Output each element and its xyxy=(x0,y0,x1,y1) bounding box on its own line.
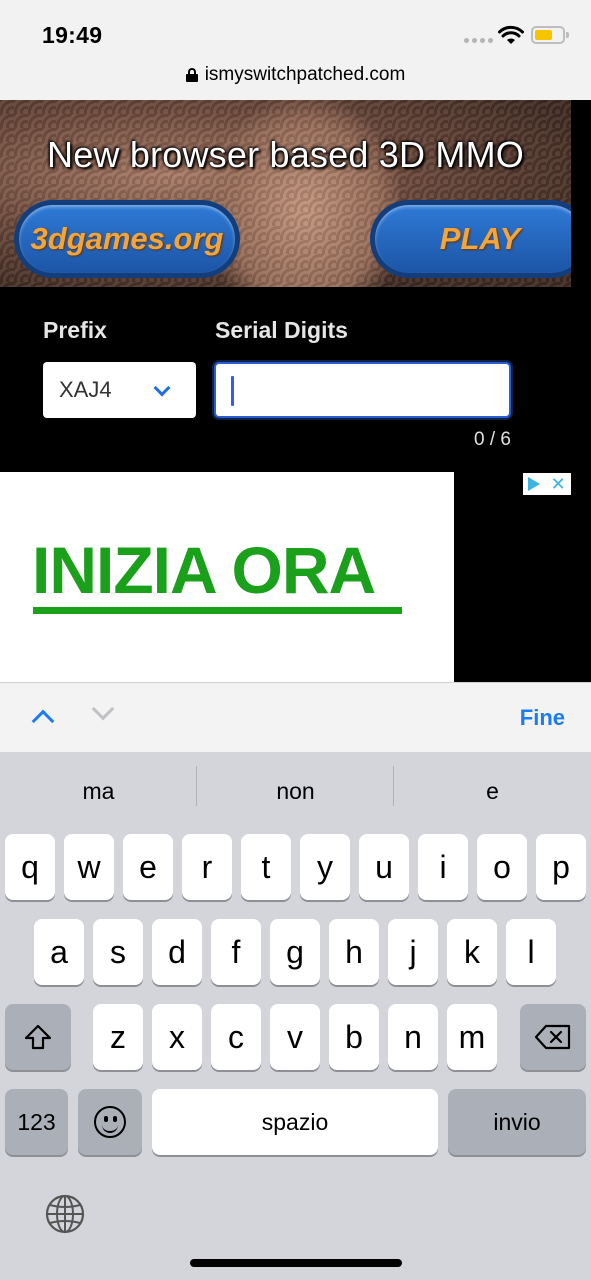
backspace-key[interactable] xyxy=(520,1004,586,1070)
serial-digits-input[interactable] xyxy=(214,362,511,418)
previous-field-icon[interactable] xyxy=(31,709,55,733)
suggestion-2[interactable]: non xyxy=(197,778,394,805)
ad-underline xyxy=(33,607,402,614)
ad-site-label: 3dgames.org xyxy=(30,221,224,256)
key-h[interactable]: h xyxy=(329,919,379,985)
shift-key[interactable] xyxy=(5,1004,71,1070)
battery-icon xyxy=(531,26,569,44)
ad-banner-inizia[interactable]: INIZIA ORA xyxy=(0,472,454,682)
status-time: 19:49 xyxy=(42,22,103,48)
key-i[interactable]: i xyxy=(418,834,468,900)
adchoices-badge[interactable]: ✕ xyxy=(523,473,571,495)
key-x[interactable]: x xyxy=(152,1004,202,1070)
key-c[interactable]: c xyxy=(211,1004,261,1070)
emoji-icon xyxy=(94,1106,126,1138)
key-q[interactable]: q xyxy=(5,834,55,900)
ad-site-button[interactable]: 3dgames.org xyxy=(14,200,240,278)
close-ad-icon[interactable]: ✕ xyxy=(551,475,566,493)
key-t[interactable]: t xyxy=(241,834,291,900)
key-a[interactable]: a xyxy=(34,919,84,985)
adchoices-icon xyxy=(528,477,541,491)
key-m[interactable]: m xyxy=(447,1004,497,1070)
ad-headline: New browser based 3D MMO xyxy=(47,134,524,175)
key-u[interactable]: u xyxy=(359,834,409,900)
keyboard: ma non e q w e r t y u i o p a s d f g h… xyxy=(0,752,591,1280)
chevron-down-icon xyxy=(153,379,171,397)
key-y[interactable]: y xyxy=(300,834,350,900)
key-f[interactable]: f xyxy=(211,919,261,985)
return-key[interactable]: invio xyxy=(448,1089,586,1155)
key-s[interactable]: s xyxy=(93,919,143,985)
text-cursor xyxy=(231,376,234,406)
key-b[interactable]: b xyxy=(329,1004,379,1070)
done-button[interactable]: Fine xyxy=(520,705,565,731)
prefix-label: Prefix xyxy=(43,317,107,343)
key-w[interactable]: w xyxy=(64,834,114,900)
ad-play-button[interactable]: PLAY xyxy=(370,200,571,278)
key-d[interactable]: d xyxy=(152,919,202,985)
cellular-signal-icon xyxy=(464,38,493,43)
numbers-key[interactable]: 123 xyxy=(5,1089,68,1155)
key-z[interactable]: z xyxy=(93,1004,143,1070)
prefix-select-value: XAJ4 xyxy=(59,377,112,402)
suggestion-1[interactable]: ma xyxy=(0,778,197,805)
key-o[interactable]: o xyxy=(477,834,527,900)
ad-cta-text: INIZIA ORA xyxy=(32,533,376,607)
ad-banner-3d-mmo[interactable]: New browser based 3D MMO 3dgames.org PLA… xyxy=(0,100,571,287)
character-counter: 0 / 6 xyxy=(474,429,511,450)
backspace-icon xyxy=(534,1024,571,1050)
emoji-key[interactable] xyxy=(78,1089,142,1155)
key-l[interactable]: l xyxy=(506,919,556,985)
shift-icon xyxy=(24,1024,52,1050)
key-r[interactable]: r xyxy=(182,834,232,900)
key-e[interactable]: e xyxy=(123,834,173,900)
suggestion-bar: ma non e xyxy=(0,752,591,827)
prefix-select[interactable]: XAJ4 xyxy=(43,362,196,418)
key-n[interactable]: n xyxy=(388,1004,438,1070)
key-j[interactable]: j xyxy=(388,919,438,985)
home-indicator[interactable] xyxy=(190,1259,402,1267)
key-k[interactable]: k xyxy=(447,919,497,985)
next-field-icon[interactable] xyxy=(91,697,115,721)
suggestion-3[interactable]: e xyxy=(394,778,591,805)
status-bar: 19:49 xyxy=(0,0,591,60)
url-text: ismyswitchpatched.com xyxy=(204,64,406,85)
space-key[interactable]: spazio xyxy=(152,1089,438,1155)
wifi-icon xyxy=(498,25,524,44)
serial-form: Prefix Serial Digits XAJ4 0 / 6 xyxy=(0,287,591,472)
globe-icon[interactable] xyxy=(44,1193,86,1235)
ad-play-label: PLAY xyxy=(439,221,521,256)
key-p[interactable]: p xyxy=(536,834,586,900)
key-v[interactable]: v xyxy=(270,1004,320,1070)
keyboard-accessory-bar: Fine xyxy=(0,682,591,752)
key-g[interactable]: g xyxy=(270,919,320,985)
address-bar[interactable]: ismyswitchpatched.com xyxy=(0,60,591,100)
serial-label: Serial Digits xyxy=(215,317,348,343)
lock-icon xyxy=(185,68,198,82)
